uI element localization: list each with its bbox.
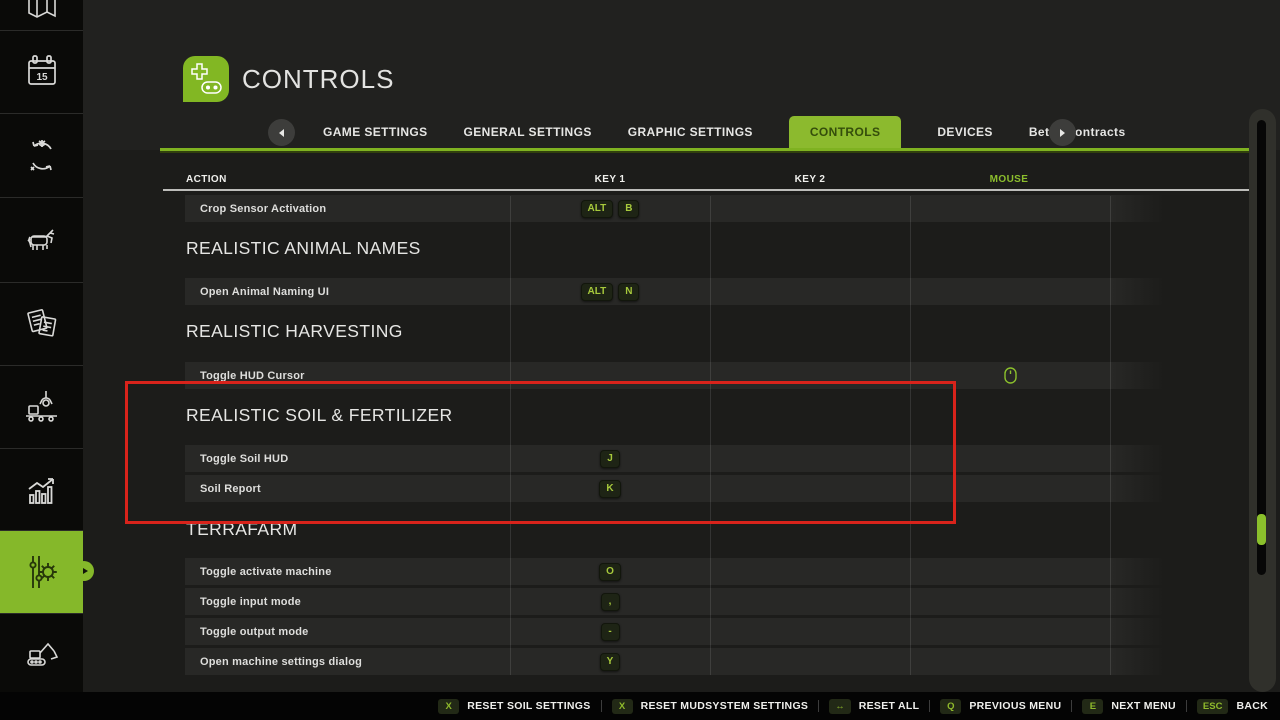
footer-previous-menu[interactable]: Q PREVIOUS MENU (940, 699, 1061, 714)
tabs-prev-button[interactable] (268, 119, 295, 146)
column-header-mouse: MOUSE (959, 174, 1059, 185)
tab-graphic-settings[interactable]: GRAPHIC SETTINGS (628, 125, 753, 139)
tab-bar: GAME SETTINGS GENERAL SETTINGS GRAPHIC S… (323, 116, 1126, 148)
settings-icon (20, 550, 64, 594)
footer-label: RESET MUDSYSTEM SETTINGS (641, 700, 809, 712)
sidebar-item-construction[interactable] (0, 614, 83, 691)
footer-label: BACK (1236, 700, 1268, 712)
footer-next-menu[interactable]: E NEXT MENU (1082, 699, 1176, 714)
active-tab-notch (74, 561, 94, 581)
key-badge-e: E (1082, 699, 1103, 714)
key-badge: ALT (581, 283, 614, 301)
controls-gamepad-icon (183, 56, 229, 102)
calendar-day-label: 15 (36, 72, 48, 83)
footer-divider (1186, 700, 1187, 712)
binding-row-toggle-output-mode[interactable]: Toggle output mode - (185, 618, 1167, 645)
sidebar-item-calendar[interactable]: 15 (0, 31, 83, 113)
key1-cell: Y (510, 648, 710, 675)
footer-divider (1071, 700, 1072, 712)
binding-row-open-machine-settings-dialog[interactable]: Open machine settings dialog Y (185, 648, 1167, 675)
tab-general-settings[interactable]: GENERAL SETTINGS (464, 125, 592, 139)
tab-devices[interactable]: DEVICES (937, 125, 992, 139)
key1-cell: ALT N (510, 278, 710, 305)
section-title-realistic-animal-names: REALISTIC ANIMAL NAMES (186, 238, 421, 259)
sidebar-item-crop-rotation[interactable] (0, 114, 83, 197)
binding-row-open-animal-naming-ui[interactable]: Open Animal Naming UI ALT N (185, 278, 1167, 305)
sidebar-item-statistics[interactable] (0, 449, 83, 530)
tab-underline-shadow (160, 151, 1264, 153)
controls-settings-screen: 15 (0, 0, 1280, 720)
row-label: Open Animal Naming UI (200, 278, 329, 305)
key-badge: - (601, 623, 620, 641)
binding-row-toggle-input-mode[interactable]: Toggle input mode , (185, 588, 1167, 615)
sidebar-item-map[interactable] (0, 0, 83, 30)
key1-cell: - (510, 618, 710, 645)
mouse-icon (1004, 367, 1017, 384)
map-icon (23, 0, 61, 27)
key-badge-q: Q (940, 699, 961, 714)
footer-label: RESET SOIL SETTINGS (467, 700, 590, 712)
column-divider (1110, 196, 1111, 675)
crop-rotation-icon (22, 136, 62, 176)
footer-reset-soil-settings[interactable]: X RESET SOIL SETTINGS (438, 699, 590, 714)
key-badge: Y (600, 653, 621, 671)
footer-reset-all[interactable]: ↔ RESET ALL (829, 699, 919, 714)
key-badge: , (601, 593, 620, 611)
page-title: CONTROLS (242, 64, 394, 95)
row-label: Open machine settings dialog (200, 648, 362, 675)
arrow-right-icon (1060, 129, 1065, 137)
footer-bar: X RESET SOIL SETTINGS X RESET MUDSYSTEM … (0, 692, 1280, 720)
sidebar-item-settings[interactable] (0, 531, 83, 613)
production-icon (21, 386, 63, 428)
scrollbar-track[interactable] (1257, 120, 1266, 575)
column-header-key1: KEY 1 (560, 174, 660, 185)
binding-row-crop-sensor-activation[interactable]: Crop Sensor Activation ALT B (185, 195, 1167, 222)
construction-icon (21, 632, 63, 674)
row-label: Crop Sensor Activation (200, 195, 326, 222)
left-right-arrows-icon: ↔ (829, 699, 851, 714)
footer-divider (818, 700, 819, 712)
arrow-left-icon (279, 129, 284, 137)
sidebar: 15 (0, 0, 83, 692)
footer-back[interactable]: ESC BACK (1197, 699, 1268, 714)
row-label: Toggle activate machine (200, 558, 332, 585)
sidebar-item-production[interactable] (0, 366, 83, 448)
key-badge-x: X (612, 699, 633, 714)
column-header-action: ACTION (186, 174, 227, 185)
section-title-realistic-harvesting: REALISTIC HARVESTING (186, 321, 403, 342)
footer-divider (929, 700, 930, 712)
key-badge-esc: ESC (1197, 699, 1229, 714)
footer-divider (601, 700, 602, 712)
row-label: Toggle output mode (200, 618, 309, 645)
tabs-next-button[interactable] (1049, 119, 1076, 146)
binding-row-toggle-activate-machine[interactable]: Toggle activate machine O (185, 558, 1167, 585)
footer-label: RESET ALL (859, 700, 920, 712)
footer-reset-mudsystem-settings[interactable]: X RESET MUDSYSTEM SETTINGS (612, 699, 809, 714)
footer-label: PREVIOUS MENU (969, 700, 1061, 712)
sidebar-item-animals[interactable] (0, 198, 83, 282)
column-header-key2: KEY 2 (760, 174, 860, 185)
key1-cell: ALT B (510, 195, 710, 222)
key1-cell: O (510, 558, 710, 585)
annotation-highlight-rectangle (125, 381, 956, 524)
sidebar-item-contracts[interactable] (0, 283, 83, 365)
key1-cell: , (510, 588, 710, 615)
row-label: Toggle input mode (200, 588, 301, 615)
tab-bettercontracts[interactable]: BetterContracts (1029, 125, 1126, 139)
tab-controls[interactable]: CONTROLS (789, 116, 902, 148)
key-badge-x: X (438, 699, 459, 714)
contracts-icon (21, 303, 63, 345)
footer-label: NEXT MENU (1111, 700, 1176, 712)
calendar-icon: 15 (22, 52, 62, 92)
key-badge: O (599, 563, 621, 581)
key-badge: B (618, 200, 639, 218)
scrollbar-thumb[interactable] (1257, 514, 1266, 545)
animals-icon (21, 219, 63, 261)
key-badge: N (618, 283, 639, 301)
statistics-icon (21, 469, 63, 511)
tab-game-settings[interactable]: GAME SETTINGS (323, 125, 428, 139)
table-header-divider (163, 189, 1263, 191)
key-badge: ALT (581, 200, 614, 218)
